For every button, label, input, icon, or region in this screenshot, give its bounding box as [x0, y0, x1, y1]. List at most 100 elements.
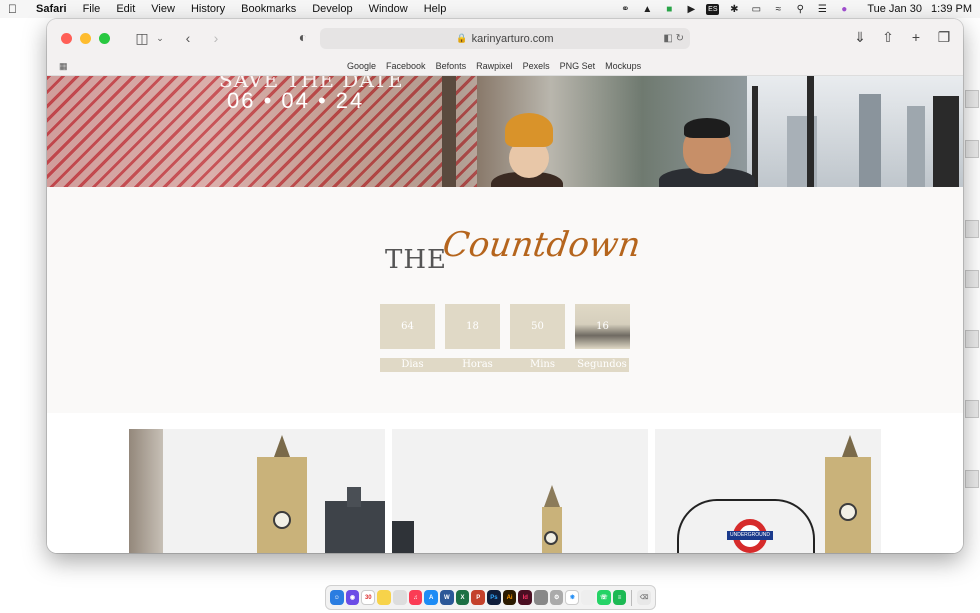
back-button[interactable]: ‹	[176, 30, 200, 46]
desktop-file-icon[interactable]	[965, 90, 979, 108]
countdown-title-script: Countdown	[440, 225, 643, 265]
lamp-post	[933, 96, 959, 187]
whatsapp-icon[interactable]: ☏	[597, 590, 611, 605]
countdown-section: THE Countdown 64 18 50 16 Dias Horas Min…	[47, 187, 963, 413]
gallery-photo-big-ben-2[interactable]	[392, 429, 648, 553]
desktop-file-icon[interactable]	[965, 220, 979, 238]
lock-icon: 🔒	[456, 33, 468, 43]
trash-icon[interactable]: ⌫	[637, 590, 651, 605]
reminders-icon[interactable]	[392, 590, 407, 605]
downloads-icon[interactable]: ⇓	[851, 29, 869, 46]
countdown-hours-label: Horas	[462, 359, 493, 370]
safari-icon[interactable]: ❋	[565, 590, 580, 605]
drive-sync-icon[interactable]: ▲	[636, 4, 658, 15]
menu-bookmarks[interactable]: Bookmarks	[233, 3, 304, 15]
privacy-shield-icon[interactable]: ◐	[291, 29, 315, 45]
bookmark-png-set[interactable]: PNG Set	[560, 61, 596, 71]
menu-view[interactable]: View	[143, 3, 183, 15]
gallery-photo-big-ben-1[interactable]	[129, 429, 385, 553]
menu-develop[interactable]: Develop	[304, 3, 360, 15]
wifi-icon[interactable]: ≈	[767, 4, 789, 15]
countdown-title-prefix: THE	[385, 245, 447, 275]
web-page: SAVE THE DATE 06 • 04 • 24 THE Countdown…	[47, 76, 963, 553]
tab-overview-icon[interactable]: ❐	[935, 29, 953, 46]
desktop-file-icon[interactable]	[965, 140, 979, 158]
menu-app-safari[interactable]: Safari	[28, 3, 75, 15]
menu-window[interactable]: Window	[361, 3, 416, 15]
toolbar-right-actions: ⇓ ⇧ + ❐	[851, 29, 953, 46]
misc-app-icon[interactable]	[581, 590, 596, 605]
green-app-icon[interactable]: ■	[658, 4, 680, 15]
desktop-file-icon[interactable]	[965, 400, 979, 418]
wedding-date: 06 • 04 • 24	[227, 88, 365, 113]
favorites-grid-icon[interactable]: ▦	[59, 61, 68, 72]
status-area: ⚭ ▲ ■ ▶ ES ✱ ▭ ≈ ⚲ ☰ ● Tue Jan 30 1:39 P…	[614, 3, 972, 15]
spotlight-search-icon[interactable]: ⚲	[789, 4, 811, 15]
address-bar[interactable]: 🔒 karinyarturo.com ◧ ↻	[320, 28, 690, 49]
gallery-photo-underground[interactable]: UNDERGROUND	[655, 429, 881, 553]
desktop-file-icon[interactable]	[965, 470, 979, 488]
minimize-window-button[interactable]	[80, 32, 91, 44]
bluetooth-icon[interactable]: ✱	[723, 4, 745, 15]
underground-sign-text: UNDERGROUND	[727, 531, 773, 540]
excel-icon[interactable]: X	[455, 590, 470, 605]
music-icon[interactable]: ♫	[408, 590, 423, 605]
countdown-mins-label: Mins	[529, 359, 555, 370]
clock-tower	[257, 457, 307, 553]
app-store-icon[interactable]: A	[424, 590, 438, 605]
bookmark-google[interactable]: Google	[347, 61, 376, 71]
person-man-hair	[684, 118, 730, 138]
clock-tower-spire	[544, 485, 560, 507]
clock-tower-spire	[274, 435, 290, 457]
menubar-clock[interactable]: Tue Jan 30 1:39 PM	[855, 3, 972, 15]
bookmark-pexels[interactable]: Pexels	[523, 61, 550, 71]
play-icon[interactable]: ▶	[680, 4, 702, 15]
menu-history[interactable]: History	[183, 3, 233, 15]
bookmark-mockups[interactable]: Mockups	[605, 61, 641, 71]
menu-help[interactable]: Help	[416, 3, 455, 15]
menu-edit[interactable]: Edit	[108, 3, 143, 15]
powerpoint-icon[interactable]: P	[471, 590, 486, 605]
spotify-icon[interactable]: ≡	[612, 590, 627, 605]
indesign-icon[interactable]: Id	[518, 590, 533, 605]
siri-icon[interactable]: ●	[833, 4, 855, 15]
desktop-file-icon[interactable]	[965, 270, 979, 288]
photoshop-icon[interactable]: Ps	[487, 590, 501, 605]
sidebar-toggle-icon[interactable]: ◫	[130, 30, 154, 47]
clock-tower	[542, 507, 562, 553]
battery-icon[interactable]: ▭	[745, 4, 767, 15]
utility-app-icon[interactable]	[534, 590, 548, 605]
creative-cloud-icon[interactable]: ⚭	[614, 4, 636, 15]
countdown-boxes: 64 18 50 16	[380, 304, 630, 349]
desktop-file-icon[interactable]	[965, 330, 979, 348]
input-source-badge[interactable]: ES	[706, 3, 720, 15]
bookmarks-bar: ▦ Google Facebook Befonts Rawpixel Pexel…	[47, 57, 963, 76]
word-icon[interactable]: W	[439, 590, 454, 605]
person-woman-hat	[505, 113, 553, 147]
calendar-icon[interactable]: 30	[361, 590, 376, 605]
photo-gallery: UNDERGROUND	[47, 413, 963, 553]
bookmark-befonts[interactable]: Befonts	[436, 61, 467, 71]
translate-reload-icons[interactable]: ◧ ↻	[663, 33, 684, 44]
chimney	[347, 487, 361, 507]
launchpad-icon[interactable]: ◉	[345, 590, 360, 605]
countdown-days-value: 64	[380, 304, 435, 349]
skyline-tower	[907, 106, 925, 187]
illustrator-icon[interactable]: Ai	[502, 590, 517, 605]
new-tab-icon[interactable]: +	[907, 29, 925, 46]
close-window-button[interactable]	[61, 32, 72, 44]
notes-icon[interactable]	[377, 590, 391, 605]
clock-date: Tue Jan 30	[867, 3, 922, 15]
chevron-down-icon[interactable]: ⌄	[154, 33, 166, 44]
macos-dock: ☺ ◉ 30 ♫ A W X P Ps Ai Id ⚙ ❋ ☏ ≡ ⌫	[325, 585, 656, 610]
forward-button[interactable]: ›	[204, 30, 228, 46]
bookmark-rawpixel[interactable]: Rawpixel	[476, 61, 513, 71]
bookmark-facebook[interactable]: Facebook	[386, 61, 426, 71]
control-center-icon[interactable]: ☰	[811, 4, 833, 15]
system-settings-icon[interactable]: ⚙	[549, 590, 564, 605]
finder-icon[interactable]: ☺	[330, 590, 344, 605]
apple-menu-icon[interactable]: 	[8, 2, 28, 16]
zoom-window-button[interactable]	[99, 32, 110, 44]
share-icon[interactable]: ⇧	[879, 29, 897, 46]
menu-file[interactable]: File	[75, 3, 109, 15]
